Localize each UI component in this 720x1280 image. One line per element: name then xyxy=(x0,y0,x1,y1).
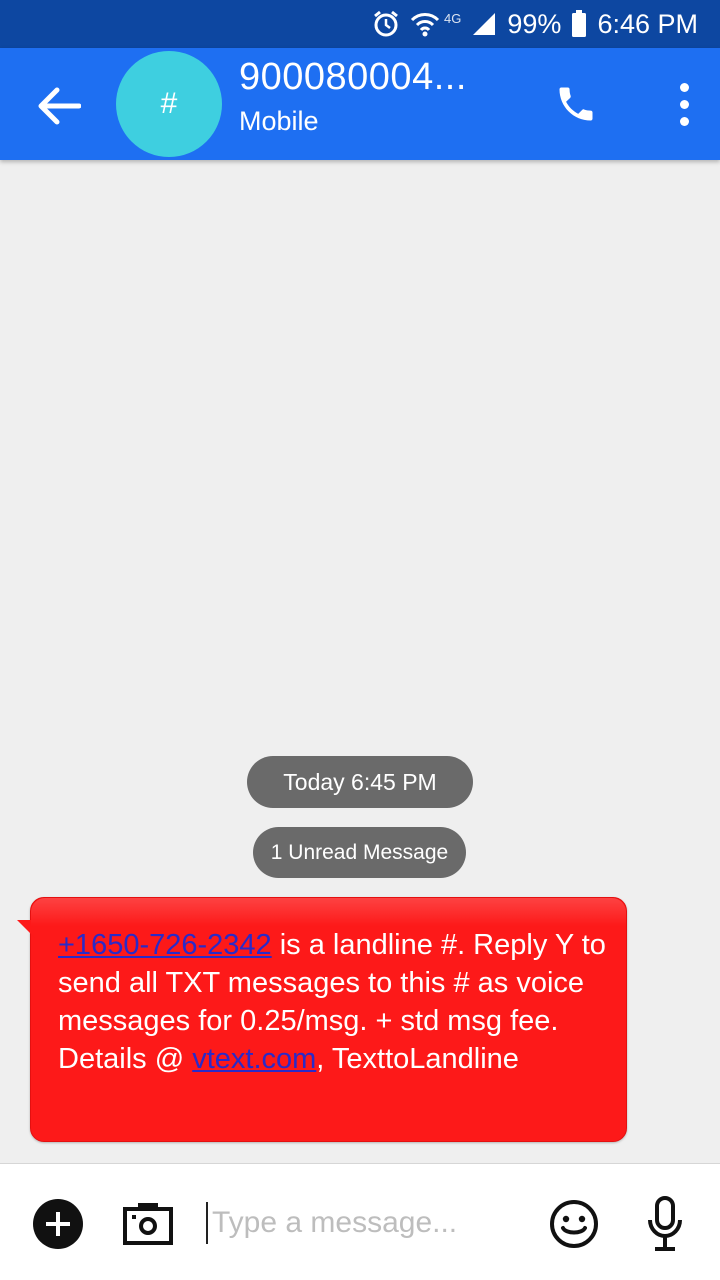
message-composer xyxy=(0,1163,720,1280)
status-bar: 4G 99% 6:46 PM xyxy=(0,0,720,48)
message-input-wrapper xyxy=(206,1200,526,1246)
contact-number-type: Mobile xyxy=(239,106,319,136)
battery-percent: 99% xyxy=(507,8,562,39)
signal-icon xyxy=(471,11,497,37)
arrow-left-icon xyxy=(38,87,81,125)
more-options-button[interactable] xyxy=(664,76,704,132)
message-bubble[interactable]: +1650-726-2342 is a landline #. Reply Y … xyxy=(17,897,627,1142)
network-type-label: 4G xyxy=(444,10,462,26)
avatar-glyph: # xyxy=(160,87,178,120)
bubble-gloss xyxy=(31,898,626,926)
contact-avatar[interactable]: # xyxy=(116,51,222,157)
alarm-icon xyxy=(372,10,400,38)
emoji-button[interactable] xyxy=(549,1199,599,1249)
back-button[interactable] xyxy=(30,78,86,134)
unread-chip: 1 Unread Message xyxy=(253,827,466,878)
contact-name[interactable]: 900080004... xyxy=(239,56,467,99)
date-chip: Today 6:45 PM xyxy=(247,756,473,808)
wifi-icon xyxy=(410,10,440,38)
more-dot-icon xyxy=(679,116,689,126)
microphone-icon xyxy=(648,1196,682,1251)
conversation-header: # 900080004... Mobile xyxy=(0,48,720,160)
phone-icon xyxy=(559,87,593,121)
plus-icon xyxy=(46,1212,70,1236)
camera-icon xyxy=(123,1203,173,1245)
phone-number-link[interactable]: +1650-726-2342 xyxy=(58,929,272,961)
more-dot-icon xyxy=(679,82,689,92)
camera-button[interactable] xyxy=(122,1200,174,1246)
call-button[interactable] xyxy=(548,76,604,132)
battery-icon xyxy=(571,10,587,38)
more-dot-icon xyxy=(679,99,689,109)
message-text: +1650-726-2342 is a landline #. Reply Y … xyxy=(58,926,618,1078)
clock-time: 6:46 PM xyxy=(597,8,698,39)
add-attachment-button[interactable] xyxy=(33,1199,83,1249)
message-input[interactable] xyxy=(212,1200,522,1246)
voice-input-button[interactable] xyxy=(647,1196,683,1252)
smiley-icon xyxy=(550,1200,598,1248)
website-link[interactable]: vtext.com xyxy=(192,1043,316,1075)
message-body-part: , TexttoLandline xyxy=(316,1043,519,1075)
text-cursor xyxy=(206,1202,208,1244)
